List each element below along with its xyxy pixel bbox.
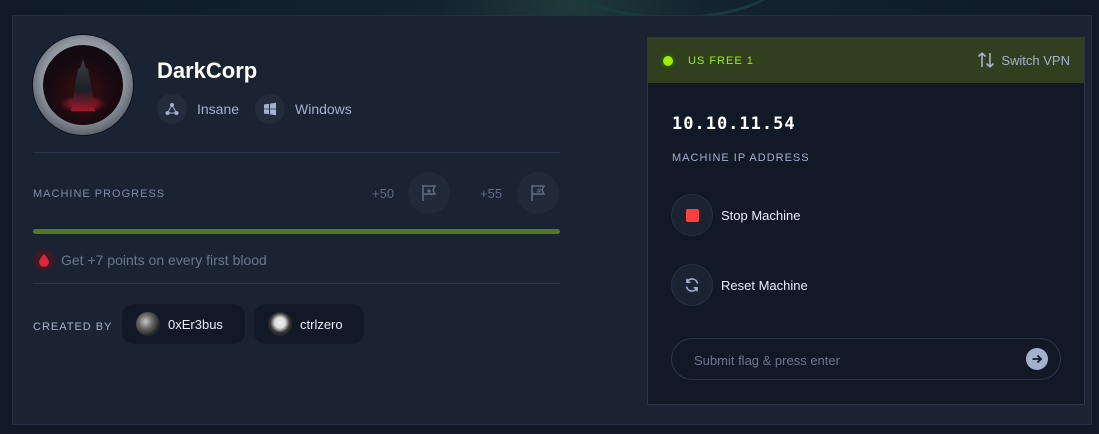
vpn-bar: US FREE 1 Switch VPN	[648, 38, 1084, 83]
machine-avatar	[33, 35, 133, 135]
creator-name: 0xEr3bus	[168, 316, 223, 332]
difficulty-icon	[157, 94, 187, 124]
root-points: +55	[480, 186, 503, 201]
divider	[33, 152, 560, 153]
first-blood-info: Get +7 points on every first blood	[33, 249, 267, 271]
divider	[33, 283, 560, 284]
user-flag-button[interactable]	[408, 172, 450, 214]
os-label: Windows	[295, 101, 352, 117]
svg-text:#: #	[536, 187, 542, 195]
reset-machine-button[interactable]: Reset Machine	[671, 264, 808, 306]
creator-chip-ctrlzero[interactable]: ctrlzero	[254, 304, 364, 344]
swap-arrows-icon	[978, 52, 995, 68]
background-banner	[0, 0, 1099, 19]
root-flag-button[interactable]: #	[517, 172, 559, 214]
stop-machine-label: Stop Machine	[721, 207, 801, 223]
flag-submit-field	[671, 338, 1061, 381]
reset-machine-label: Reset Machine	[721, 277, 808, 293]
machine-name: DarkCorp	[157, 58, 258, 83]
user-flag-icon	[422, 185, 437, 201]
creator-name: ctrlzero	[300, 316, 343, 332]
machine-ip: 10.10.11.54	[672, 114, 796, 134]
machine-card: DarkCorp Insane Windows MACHINE PROGRESS…	[12, 15, 1092, 425]
avatar	[136, 312, 160, 336]
first-blood-text: Get +7 points on every first blood	[61, 252, 267, 268]
os-tag: Windows	[255, 94, 352, 124]
windows-icon	[255, 94, 285, 124]
vpn-status-icon	[660, 53, 676, 69]
machine-ip-label: MACHINE IP ADDRESS	[672, 152, 810, 164]
refresh-icon	[671, 264, 713, 306]
difficulty-tag: Insane	[157, 94, 239, 124]
user-points: +50	[372, 186, 395, 201]
submit-flag-button[interactable]	[1026, 348, 1048, 370]
stop-icon	[671, 194, 713, 236]
root-flag-icon: #	[531, 185, 546, 201]
vpn-server-name: US FREE 1	[688, 55, 754, 67]
switch-vpn-button[interactable]: Switch VPN	[977, 51, 1070, 69]
blood-drop-icon	[33, 249, 55, 271]
switch-vpn-label: Switch VPN	[1001, 52, 1070, 68]
stop-machine-button[interactable]: Stop Machine	[671, 194, 801, 236]
machine-progress-fill	[33, 229, 560, 234]
flag-input[interactable]	[692, 339, 1016, 381]
created-by-label: CREATED BY	[33, 321, 113, 333]
difficulty-label: Insane	[197, 101, 240, 117]
avatar	[268, 312, 292, 336]
creator-chip-0xer3bus[interactable]: 0xEr3bus	[122, 304, 245, 344]
machine-progress-bar	[33, 229, 560, 234]
machine-control-panel: US FREE 1 Switch VPN 10.10.11.54 MACHINE…	[647, 37, 1085, 405]
arrow-right-icon	[1032, 354, 1043, 364]
machine-progress-label: MACHINE PROGRESS	[33, 188, 166, 200]
